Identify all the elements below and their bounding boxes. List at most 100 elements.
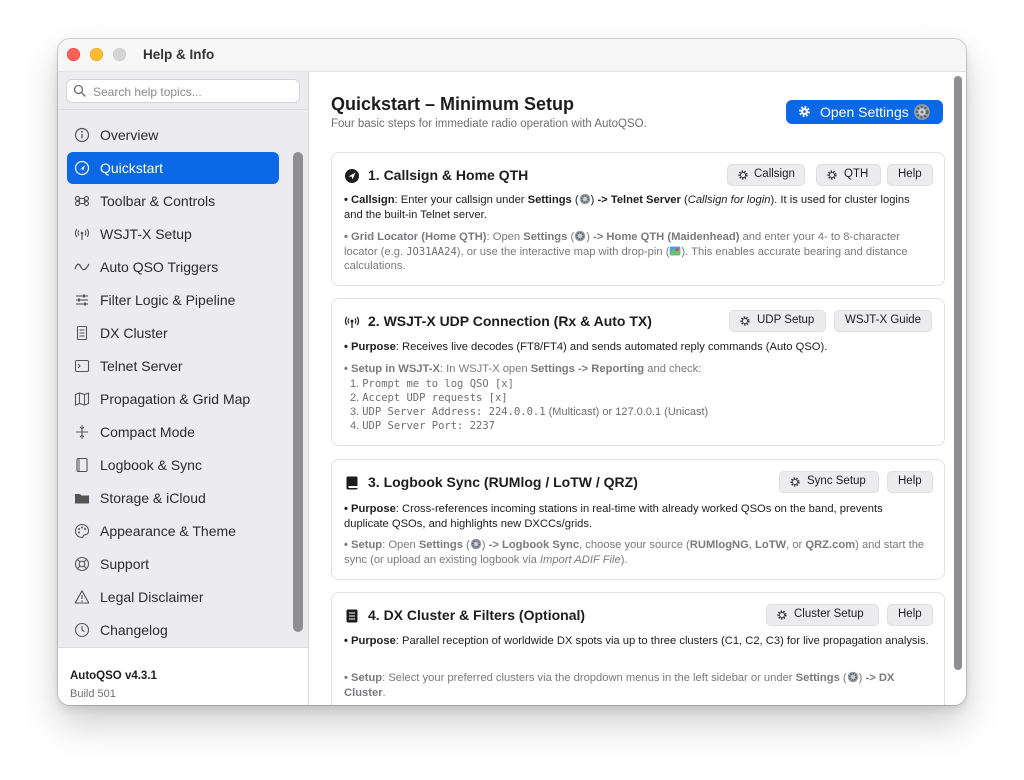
sidebar-item-label: Compact Mode [100, 424, 195, 440]
document-icon [346, 609, 358, 623]
button-label: Help [898, 168, 922, 180]
cluster-setup-button[interactable]: Cluster Setup [766, 604, 879, 626]
card-title: 2. WSJT-X UDP Connection (Rx & Auto TX) [368, 313, 652, 329]
sidebar-item-label: Filter Logic & Pipeline [100, 292, 236, 308]
page-subtitle: Four basic steps for immediate radio ope… [331, 118, 647, 130]
settings-app-icon [579, 193, 590, 205]
palette-icon [74, 523, 90, 539]
sidebar-item-label: Telnet Server [100, 358, 183, 374]
book-icon [76, 457, 88, 473]
antenna-icon [74, 228, 90, 240]
search-field[interactable] [66, 79, 300, 103]
sidebar-item-label: Auto QSO Triggers [100, 259, 219, 275]
sidebar-item-wsjtx-setup[interactable]: WSJT-X Setup [67, 218, 279, 250]
sync-setup-paragraph: • Setup: Open Settings () -> Logbook Syn… [344, 538, 925, 566]
search-icon [73, 84, 86, 97]
sidebar-item-compact-mode[interactable]: Compact Mode [67, 416, 279, 448]
sidebar-item-label: Logbook & Sync [100, 457, 202, 473]
navigation-arrow-icon [74, 160, 90, 176]
settings-app-icon [914, 104, 930, 120]
gear-icon [777, 610, 787, 620]
setup-step: 3. UDP Server Address: 224.0.0.1 (Multic… [350, 406, 709, 418]
help-button[interactable]: Help [887, 471, 933, 493]
setup-step: 4. UDP Server Port: 2237 [350, 420, 495, 432]
card-dx-cluster: 4. DX Cluster & Filters (Optional) Clust… [331, 592, 945, 705]
sidebar-item-support[interactable]: Support [67, 548, 279, 580]
sidebar-item-changelog[interactable]: Changelog [67, 614, 279, 646]
gear-icon [827, 170, 837, 180]
sliders-icon [76, 294, 88, 306]
search-input[interactable] [91, 82, 295, 101]
open-settings-button[interactable]: Open Settings [786, 100, 943, 124]
udp-setup-button[interactable]: UDP Setup [729, 310, 826, 332]
card-title: 3. Logbook Sync (RUMlog / LoTW / QRZ) [368, 474, 638, 490]
antenna-icon [344, 316, 360, 328]
gear-icon [738, 170, 748, 180]
sidebar-item-telnet-server[interactable]: Telnet Server [67, 350, 279, 382]
sidebar-item-overview[interactable]: Overview [67, 119, 279, 151]
sidebar-item-logbook-sync[interactable]: Logbook & Sync [67, 449, 279, 481]
callsign-paragraph: • Callsign: Enter your callsign under Se… [344, 193, 910, 221]
gear-icon [798, 105, 811, 118]
lifebuoy-icon [74, 556, 90, 572]
main-content: Quickstart – Minimum Setup Four basic st… [309, 72, 966, 705]
sidebar-item-auto-qso-triggers[interactable]: Auto QSO Triggers [67, 251, 279, 283]
wsjtx-guide-button[interactable]: WSJT-X Guide [834, 310, 932, 332]
sidebar-item-label: Overview [100, 127, 159, 143]
minimize-window-button[interactable] [90, 48, 103, 61]
grid-locator-paragraph: • Grid Locator (Home QTH): Open Settings… [344, 230, 908, 272]
sync-setup-button[interactable]: Sync Setup [779, 471, 879, 493]
terminal-icon [74, 359, 90, 373]
sync-purpose-paragraph: • Purpose: Cross-references incoming sta… [344, 503, 883, 530]
sidebar-item-label: Appearance & Theme [100, 523, 236, 539]
warning-icon [74, 590, 90, 604]
help-window: Help & Info Overview Quickstart Toolbar … [58, 39, 966, 705]
content-scrollbar[interactable] [954, 76, 962, 670]
sidebar: Overview Quickstart Toolbar & Controls W… [58, 72, 309, 705]
document-icon [76, 325, 88, 341]
map-pin-icon [670, 246, 681, 255]
sidebar-item-label: WSJT-X Setup [100, 226, 192, 242]
info-icon [74, 127, 90, 143]
search-divider [58, 109, 308, 110]
sidebar-scrollbar[interactable] [293, 152, 303, 632]
sidebar-item-quickstart[interactable]: Quickstart [67, 152, 279, 184]
close-window-button[interactable] [67, 48, 80, 61]
udp-setup-paragraph: • Setup in WSJT-X: In WSJT-X open Settin… [344, 363, 702, 375]
button-label: WSJT-X Guide [845, 314, 922, 326]
card-title: 1. Callsign & Home QTH [368, 167, 529, 183]
waveform-icon [74, 263, 90, 271]
callsign-button[interactable]: Callsign [727, 164, 805, 186]
gear-icon [790, 477, 800, 487]
cluster-setup-paragraph: • Setup: Select your preferred clusters … [344, 671, 895, 699]
sidebar-item-toolbar-controls[interactable]: Toolbar & Controls [67, 185, 279, 217]
cluster-purpose-paragraph: • Purpose: Parallel reception of worldwi… [344, 635, 929, 647]
sidebar-item-label: Support [100, 556, 150, 572]
sidebar-item-label: Propagation & Grid Map [100, 391, 251, 407]
sidebar-item-label: Storage & iCloud [100, 490, 206, 506]
folder-icon [75, 494, 89, 504]
help-button[interactable]: Help [887, 604, 933, 626]
open-settings-label: Open Settings [820, 104, 909, 120]
card-wsjtx-udp: 2. WSJT-X UDP Connection (Rx & Auto TX) … [331, 298, 945, 446]
help-button[interactable]: Help [887, 164, 933, 186]
qth-button[interactable]: QTH [816, 164, 881, 186]
sidebar-item-label: DX Cluster [100, 325, 168, 341]
button-label: Help [898, 475, 922, 487]
sidebar-item-propagation-map[interactable]: Propagation & Grid Map [67, 383, 279, 415]
gear-icon [740, 316, 750, 326]
title-bar: Help & Info [58, 39, 966, 72]
sidebar-item-label: Quickstart [100, 160, 164, 176]
sidebar-item-storage-icloud[interactable]: Storage & iCloud [67, 482, 279, 514]
button-label: Cluster Setup [794, 608, 864, 620]
button-label: UDP Setup [757, 314, 815, 326]
sidebar-item-legal-disclaimer[interactable]: Legal Disclaimer [67, 581, 279, 613]
zoom-window-button[interactable] [113, 48, 126, 61]
sidebar-item-appearance-theme[interactable]: Appearance & Theme [67, 515, 279, 547]
clock-icon [74, 622, 90, 638]
settings-app-icon [847, 671, 858, 683]
sidebar-item-filter-logic[interactable]: Filter Logic & Pipeline [67, 284, 279, 316]
sidebar-item-dx-cluster[interactable]: DX Cluster [67, 317, 279, 349]
book-icon [346, 476, 358, 490]
button-label: Sync Setup [807, 475, 866, 487]
